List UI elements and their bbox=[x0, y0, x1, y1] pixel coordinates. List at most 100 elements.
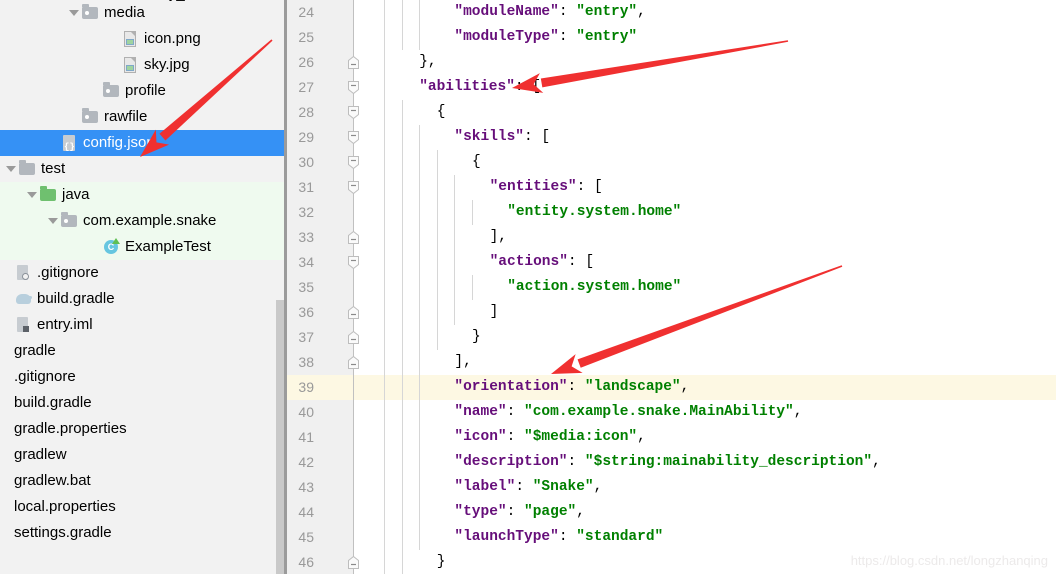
tree-vertical-scrollbar[interactable] bbox=[276, 300, 284, 574]
token-punc: : bbox=[558, 29, 577, 45]
fold-connector-line bbox=[353, 425, 354, 450]
code-text: "entities": [ bbox=[490, 175, 603, 200]
code-line-35[interactable]: 35 "action.system.home" bbox=[287, 275, 1056, 300]
token-punc: { bbox=[436, 104, 446, 120]
fold-end-icon[interactable] bbox=[346, 355, 361, 370]
code-line-26[interactable]: 26}, bbox=[287, 50, 1056, 75]
tree-item-java[interactable]: java bbox=[0, 182, 287, 208]
folder-plain-icon bbox=[18, 156, 38, 182]
indent-guide bbox=[454, 175, 456, 200]
token-str: "$media:icon" bbox=[524, 429, 638, 445]
fold-end-icon[interactable] bbox=[346, 230, 361, 245]
project-tree-list: ability_main.xmlmediaicon.pngsky.jpgprof… bbox=[0, 0, 287, 546]
watermark-text: https://blog.csdn.net/longzhanqing bbox=[850, 553, 1048, 568]
tree-item-gradlew[interactable]: gradlew bbox=[0, 442, 287, 468]
image-file-icon bbox=[121, 52, 141, 78]
code-editor[interactable]: 24 "moduleName": "entry", 25 "moduleType": … bbox=[287, 0, 1056, 574]
tree-item-settings-gradle[interactable]: settings.gradle bbox=[0, 520, 287, 546]
tree-item--gitignore[interactable]: .gitignore bbox=[0, 260, 287, 286]
tree-item-local-properties[interactable]: local.properties bbox=[0, 494, 287, 520]
tree-item-label: gradle bbox=[14, 342, 56, 359]
fold-end-icon[interactable] bbox=[346, 330, 361, 345]
tree-item-entry-iml[interactable]: entry.iml bbox=[0, 312, 287, 338]
fold-collapse-icon[interactable] bbox=[346, 105, 361, 120]
tree-item-label: com.example.snake bbox=[83, 212, 217, 229]
code-line-29[interactable]: 29 "skills": [ bbox=[287, 125, 1056, 150]
token-str: "Snake" bbox=[532, 479, 594, 495]
tree-item-build-gradle[interactable]: build.gradle bbox=[0, 390, 287, 416]
indent-guide bbox=[419, 425, 421, 450]
token-key: "orientation" bbox=[454, 379, 568, 395]
code-line-44[interactable]: 44 "type": "page", bbox=[287, 500, 1056, 525]
indent-guide bbox=[384, 250, 385, 275]
indent-guide bbox=[419, 400, 421, 425]
code-line-24[interactable]: 24 "moduleName": "entry", bbox=[287, 0, 1056, 25]
chevron-down-icon[interactable] bbox=[46, 208, 60, 234]
code-line-34[interactable]: 34 "actions": [ bbox=[287, 250, 1056, 275]
fold-collapse-icon[interactable] bbox=[346, 130, 361, 145]
token-punc: ], bbox=[454, 354, 472, 370]
project-tree-panel[interactable]: ability_main.xmlmediaicon.pngsky.jpgprof… bbox=[0, 0, 287, 574]
code-text: "description": "$string:mainability_desc… bbox=[454, 450, 880, 475]
tree-item-config-json[interactable]: config.json bbox=[0, 130, 287, 156]
code-line-37[interactable]: 37} bbox=[287, 325, 1056, 350]
code-line-28[interactable]: 28 { bbox=[287, 100, 1056, 125]
code-line-45[interactable]: 45 "launchType": "standard" bbox=[287, 525, 1056, 550]
tree-item-gradlew-bat[interactable]: gradlew.bat bbox=[0, 468, 287, 494]
code-line-38[interactable]: 38], bbox=[287, 350, 1056, 375]
code-line-36[interactable]: 36] bbox=[287, 300, 1056, 325]
code-line-30[interactable]: 30 { bbox=[287, 150, 1056, 175]
tree-item-build-gradle[interactable]: build.gradle bbox=[0, 286, 287, 312]
code-line-43[interactable]: 43 "label": "Snake", bbox=[287, 475, 1056, 500]
fold-end-icon[interactable] bbox=[346, 555, 361, 570]
indent-guide bbox=[401, 25, 403, 50]
code-line-40[interactable]: 40 "name": "com.example.snake.MainAbility… bbox=[287, 400, 1056, 425]
chevron-down-icon[interactable] bbox=[4, 156, 18, 182]
fold-collapse-icon[interactable] bbox=[346, 180, 361, 195]
code-line-27[interactable]: 27 "abilities": [ bbox=[287, 75, 1056, 100]
folder-green-icon-glyph bbox=[40, 186, 56, 201]
indent-guide bbox=[454, 300, 456, 325]
indent-guide bbox=[436, 200, 438, 225]
fold-end-icon[interactable] bbox=[346, 55, 361, 70]
tree-item-gradle[interactable]: gradle bbox=[0, 338, 287, 364]
tree-item-label: media bbox=[104, 4, 145, 21]
indent-guide bbox=[419, 0, 421, 25]
indent-guide bbox=[384, 375, 385, 400]
chevron-down-icon[interactable] bbox=[67, 0, 81, 26]
tree-item-media[interactable]: media bbox=[0, 0, 287, 26]
indent-guide bbox=[401, 275, 403, 300]
tree-item-exampletest[interactable]: ExampleTest bbox=[0, 234, 287, 260]
code-line-41[interactable]: 41 "icon": "$media:icon", bbox=[287, 425, 1056, 450]
tree-item--gitignore[interactable]: .gitignore bbox=[0, 364, 287, 390]
fold-collapse-icon[interactable] bbox=[346, 155, 361, 170]
indent-guide bbox=[436, 150, 438, 175]
code-line-31[interactable]: 31 "entities": [ bbox=[287, 175, 1056, 200]
tree-item-label: .gitignore bbox=[14, 368, 76, 385]
fold-collapse-icon[interactable] bbox=[346, 255, 361, 270]
tree-item-icon-png[interactable]: icon.png bbox=[0, 26, 287, 52]
indent-guide bbox=[419, 125, 421, 150]
fold-collapse-icon[interactable] bbox=[346, 80, 361, 95]
code-line-42[interactable]: 42 "description": "$string:mainability_de… bbox=[287, 450, 1056, 475]
code-text: "orientation": "landscape", bbox=[454, 375, 689, 400]
tree-item-gradle-properties[interactable]: gradle.properties bbox=[0, 416, 287, 442]
indent-guide bbox=[384, 500, 385, 525]
code-line-39[interactable]: 39 "orientation": "landscape", bbox=[287, 375, 1056, 400]
tree-item-rawfile[interactable]: rawfile bbox=[0, 104, 287, 130]
fold-end-icon[interactable] bbox=[346, 305, 361, 320]
indent-guide bbox=[419, 275, 421, 300]
tree-item-test[interactable]: test bbox=[0, 156, 287, 182]
chevron-down-icon[interactable] bbox=[25, 182, 39, 208]
tree-item-sky-jpg[interactable]: sky.jpg bbox=[0, 52, 287, 78]
tree-item-label: java bbox=[62, 186, 90, 203]
code-line-32[interactable]: 32 "entity.system.home" bbox=[287, 200, 1056, 225]
code-line-25[interactable]: 25 "moduleType": "entry" bbox=[287, 25, 1056, 50]
code-line-33[interactable]: 33], bbox=[287, 225, 1056, 250]
tree-item-com-example-snake[interactable]: com.example.snake bbox=[0, 208, 287, 234]
tree-item-profile[interactable]: profile bbox=[0, 78, 287, 104]
